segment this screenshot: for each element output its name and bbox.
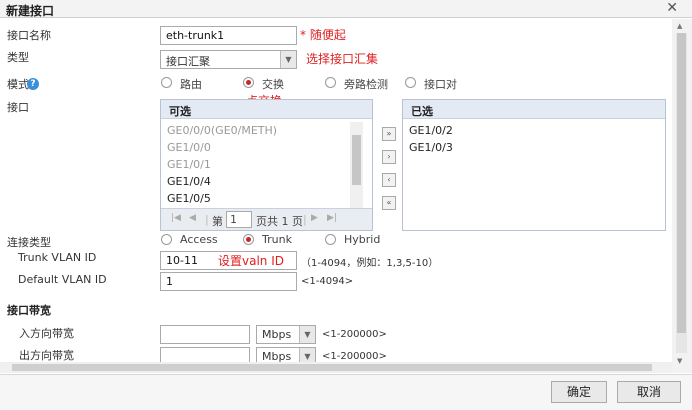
mode-radio-switch[interactable] — [243, 77, 254, 88]
in-bandwidth-unit-value: Mbps — [262, 328, 292, 341]
available-item[interactable]: GE1/0/5 — [167, 192, 211, 205]
link-radio-hybrid[interactable] — [325, 234, 336, 245]
type-select[interactable]: 接口汇聚 ▼ — [160, 50, 297, 69]
mode-radio-pair[interactable] — [405, 77, 416, 88]
vertical-scrollbar[interactable]: ▲ ▼ — [672, 19, 692, 373]
type-select-value: 接口汇聚 — [166, 55, 210, 68]
page-total: 页共 1 页 — [256, 215, 303, 228]
move-all-left-icon[interactable]: « — [382, 196, 396, 210]
link-radio-access[interactable] — [161, 234, 172, 245]
mode-option-bypass: 旁路检测 — [344, 78, 388, 91]
mode-label: 模式 — [7, 78, 29, 91]
next-page-icon[interactable]: ▶ — [311, 213, 318, 223]
dialog-content: 接口名称 eth-trunk1 * 随便起 类型 接口汇聚 ▼ 选择接口汇集 模… — [0, 19, 672, 373]
move-right-icon[interactable]: › — [382, 150, 396, 164]
in-bandwidth-unit-select[interactable]: Mbps ▼ — [256, 325, 316, 344]
horizontal-scrollbar[interactable] — [0, 362, 672, 373]
horizontal-scroll-thumb[interactable] — [12, 364, 652, 371]
page-prefix: 第 — [212, 215, 223, 228]
trunk-vlan-annotation: 设置valn ID — [218, 254, 284, 268]
available-item[interactable]: GE0/0/0(GE0/METH) — [167, 124, 277, 137]
mode-radio-route[interactable] — [161, 77, 172, 88]
scroll-down-icon[interactable]: ▼ — [677, 357, 682, 365]
last-page-icon[interactable]: ▶| — [327, 213, 337, 223]
available-list: 可选 GE0/0/0(GE0/METH) GE1/0/0 GE1/0/1 GE1… — [160, 99, 373, 231]
selected-list: 已选 GE1/0/2 GE1/0/3 — [402, 99, 666, 231]
in-bandwidth-hint: <1-200000> — [322, 329, 387, 340]
ok-button[interactable]: 确定 — [551, 381, 607, 403]
link-option-hybrid: Hybrid — [344, 233, 381, 246]
name-label: 接口名称 — [7, 29, 51, 42]
link-type-label: 连接类型 — [7, 236, 51, 249]
link-option-trunk: Trunk — [262, 233, 292, 246]
type-label: 类型 — [7, 51, 29, 64]
ports-label: 接口 — [7, 101, 29, 114]
prev-page-icon[interactable]: ◀ — [189, 213, 196, 223]
cancel-button[interactable]: 取消 — [617, 381, 681, 403]
available-item[interactable]: GE1/0/1 — [167, 158, 211, 171]
available-header: 可选 — [161, 100, 372, 119]
available-item[interactable]: GE1/0/4 — [167, 175, 211, 188]
scroll-up-icon[interactable]: ▲ — [677, 22, 682, 30]
pager: |◀ ◀ | 第 1 页共 1 页 | ▶ ▶| — [161, 208, 372, 230]
name-input[interactable]: eth-trunk1 — [160, 26, 297, 45]
default-vlan-input[interactable]: 1 — [160, 272, 297, 291]
out-bandwidth-hint: <1-200000> — [322, 351, 387, 362]
trunk-vlan-hint: （1-4094，例如：1,3,5-10） — [301, 258, 439, 269]
first-page-icon[interactable]: |◀ — [171, 213, 181, 223]
available-item[interactable]: GE1/0/0 — [167, 141, 211, 154]
page-input[interactable]: 1 — [226, 211, 252, 228]
link-radio-trunk[interactable] — [243, 234, 254, 245]
dialog-title: 新建接口 — [6, 4, 55, 18]
mode-option-route: 路由 — [180, 78, 202, 91]
mode-option-pair: 接口对 — [424, 78, 457, 91]
default-vlan-label: Default VLAN ID — [18, 273, 107, 286]
trunk-vlan-label: Trunk VLAN ID — [18, 251, 97, 264]
available-scrollbar[interactable] — [350, 122, 363, 209]
name-annotation: * 随便起 — [300, 28, 346, 42]
in-bandwidth-input[interactable] — [160, 325, 250, 344]
close-icon[interactable]: ✕ — [666, 0, 678, 16]
link-option-access: Access — [180, 233, 218, 246]
mode-option-switch: 交换 — [262, 78, 284, 91]
move-left-icon[interactable]: ‹ — [382, 173, 396, 187]
bandwidth-section-title: 接口带宽 — [7, 304, 51, 317]
selected-item[interactable]: GE1/0/3 — [409, 141, 453, 154]
default-vlan-hint: <1-4094> — [301, 276, 354, 287]
mode-radio-bypass[interactable] — [325, 77, 336, 88]
type-annotation: 选择接口汇集 — [306, 52, 379, 66]
dialog-titlebar: 新建接口 ✕ — [0, 0, 692, 18]
vertical-scroll-thumb[interactable] — [677, 33, 686, 333]
help-icon[interactable]: ? — [27, 78, 39, 90]
out-bandwidth-label: 出方向带宽 — [19, 349, 74, 362]
vertical-scroll-track[interactable] — [676, 33, 687, 353]
in-bandwidth-label: 入方向带宽 — [19, 327, 74, 340]
available-scroll-thumb[interactable] — [352, 135, 361, 185]
chevron-down-icon[interactable]: ▼ — [299, 326, 315, 343]
dialog-footer: 确定 取消 — [0, 374, 692, 410]
move-all-right-icon[interactable]: » — [382, 127, 396, 141]
selected-header: 已选 — [403, 100, 665, 119]
chevron-down-icon[interactable]: ▼ — [280, 51, 296, 68]
selected-item[interactable]: GE1/0/2 — [409, 124, 453, 137]
